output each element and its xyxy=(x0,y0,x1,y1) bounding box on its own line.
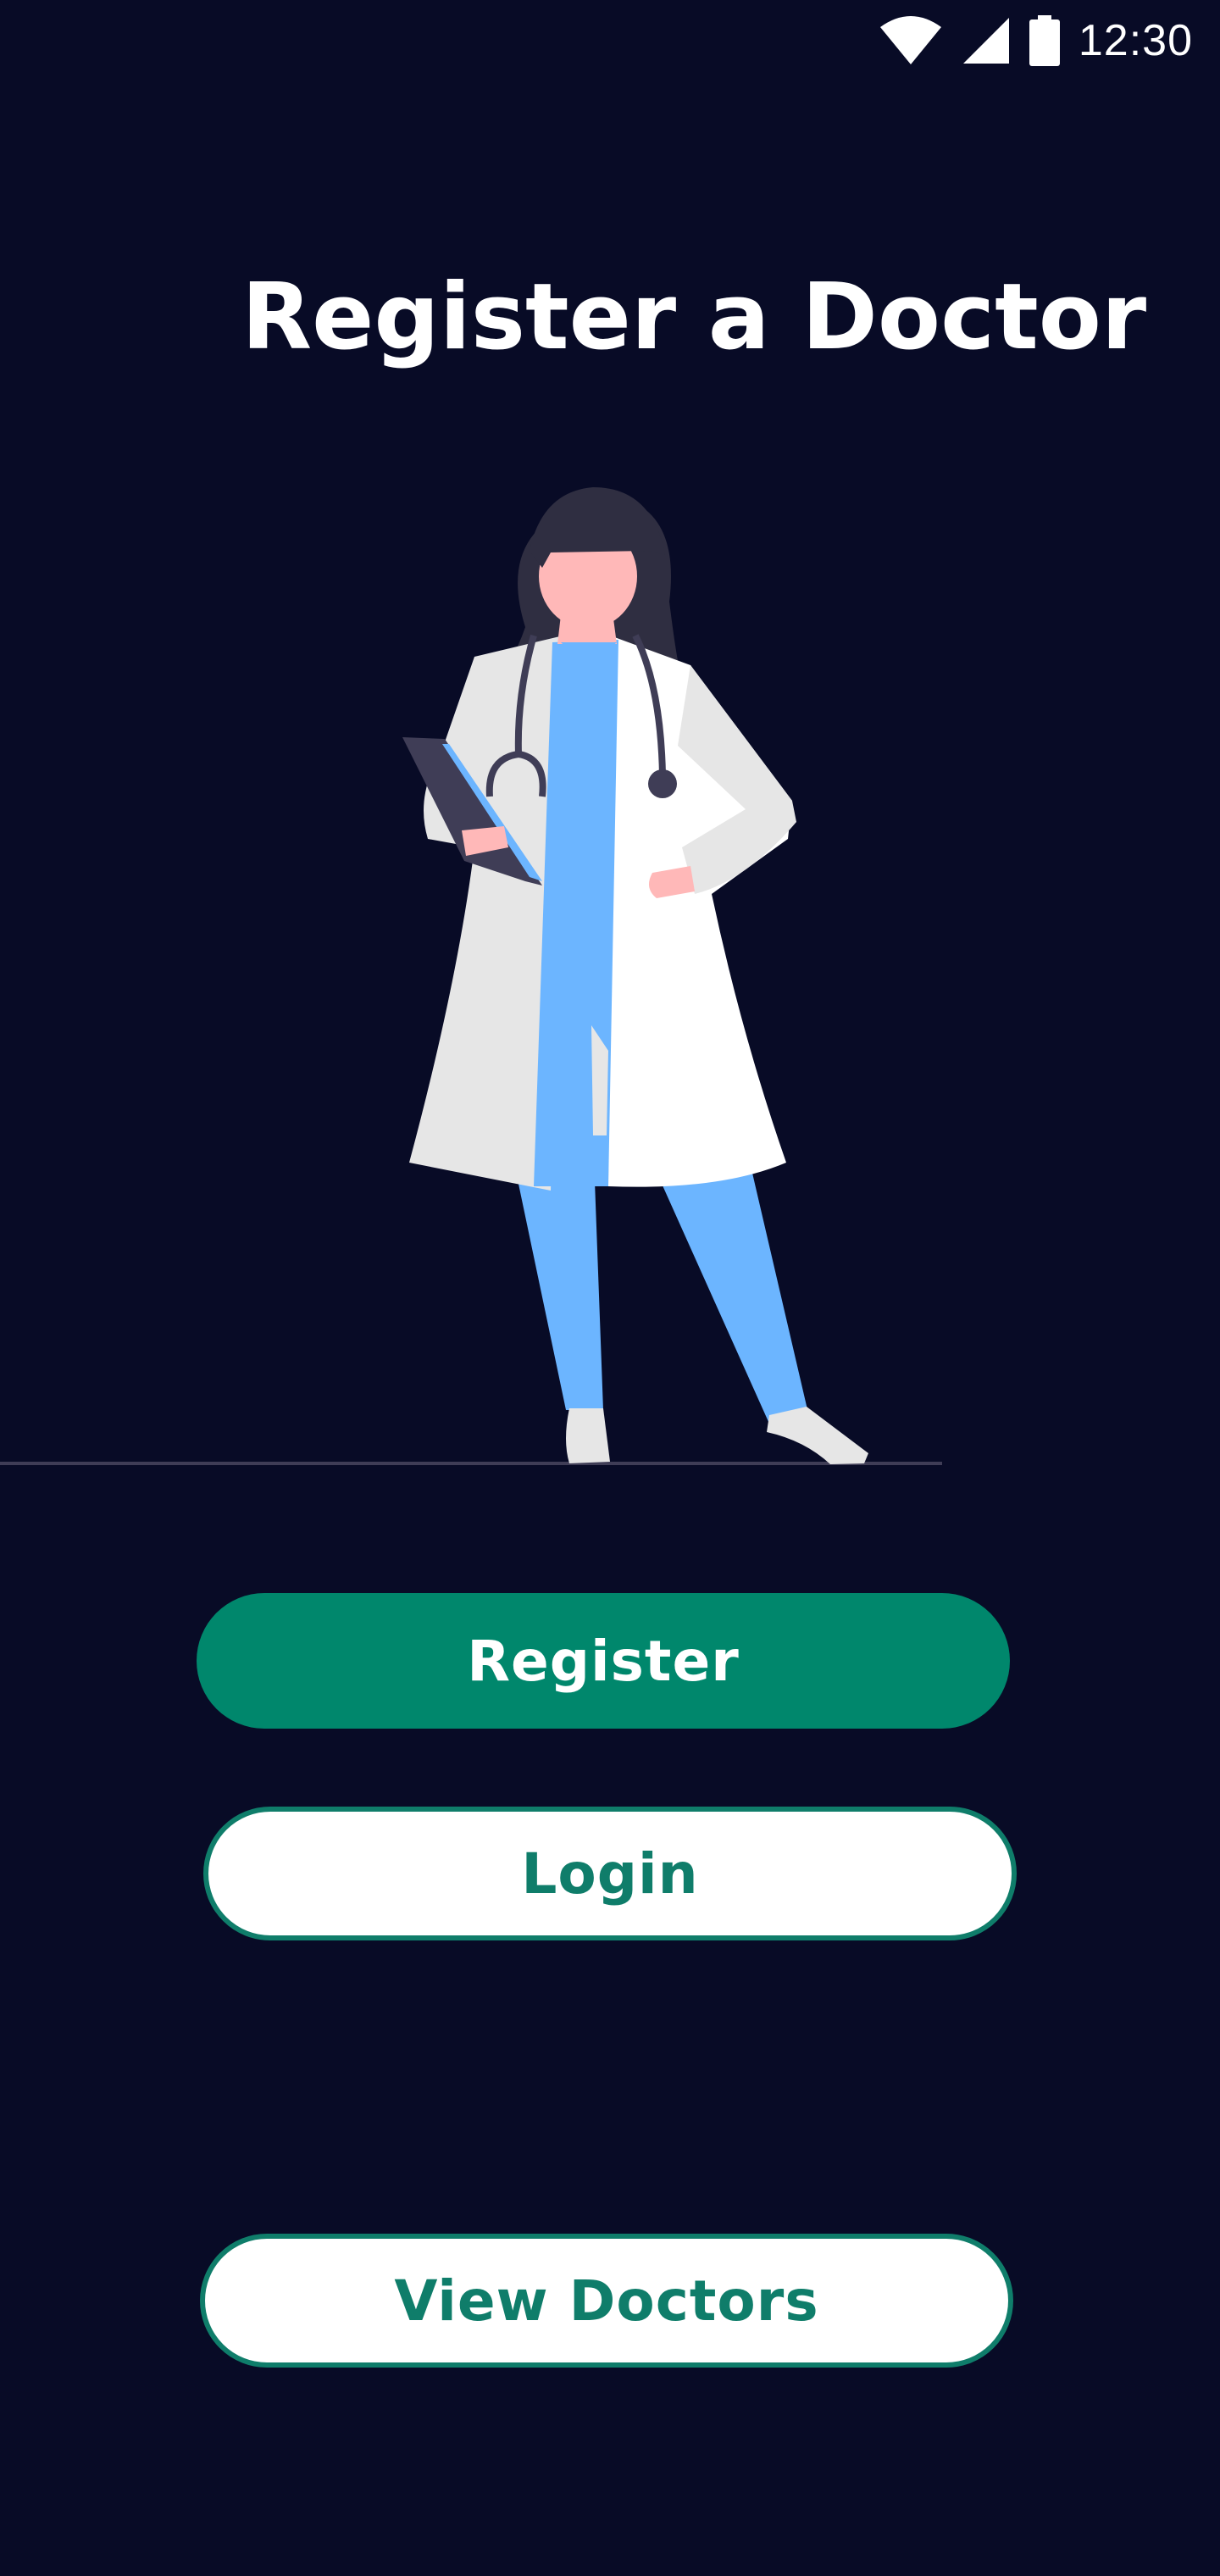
status-icons: 12:30 xyxy=(879,15,1193,66)
doctor-illustration xyxy=(0,487,942,1465)
register-button[interactable]: Register xyxy=(197,1593,1010,1729)
left-shoe xyxy=(566,1408,610,1463)
status-time: 12:30 xyxy=(1078,16,1193,65)
page-title: Register a Doctor xyxy=(241,264,1147,370)
status-bar: 12:30 xyxy=(0,0,1220,81)
login-button[interactable]: Login xyxy=(203,1807,1017,1940)
stethoscope-chestpiece xyxy=(648,769,677,798)
right-shoe xyxy=(767,1407,868,1464)
signal-icon xyxy=(962,18,1009,64)
app-screen: 12:30 Register a Doctor Register Login V… xyxy=(0,0,1220,2576)
title-wrap: Register a Doctor xyxy=(0,254,1220,381)
wifi-icon xyxy=(879,16,941,64)
battery-icon xyxy=(1029,15,1060,66)
view-doctors-button[interactable]: View Doctors xyxy=(200,2234,1013,2368)
